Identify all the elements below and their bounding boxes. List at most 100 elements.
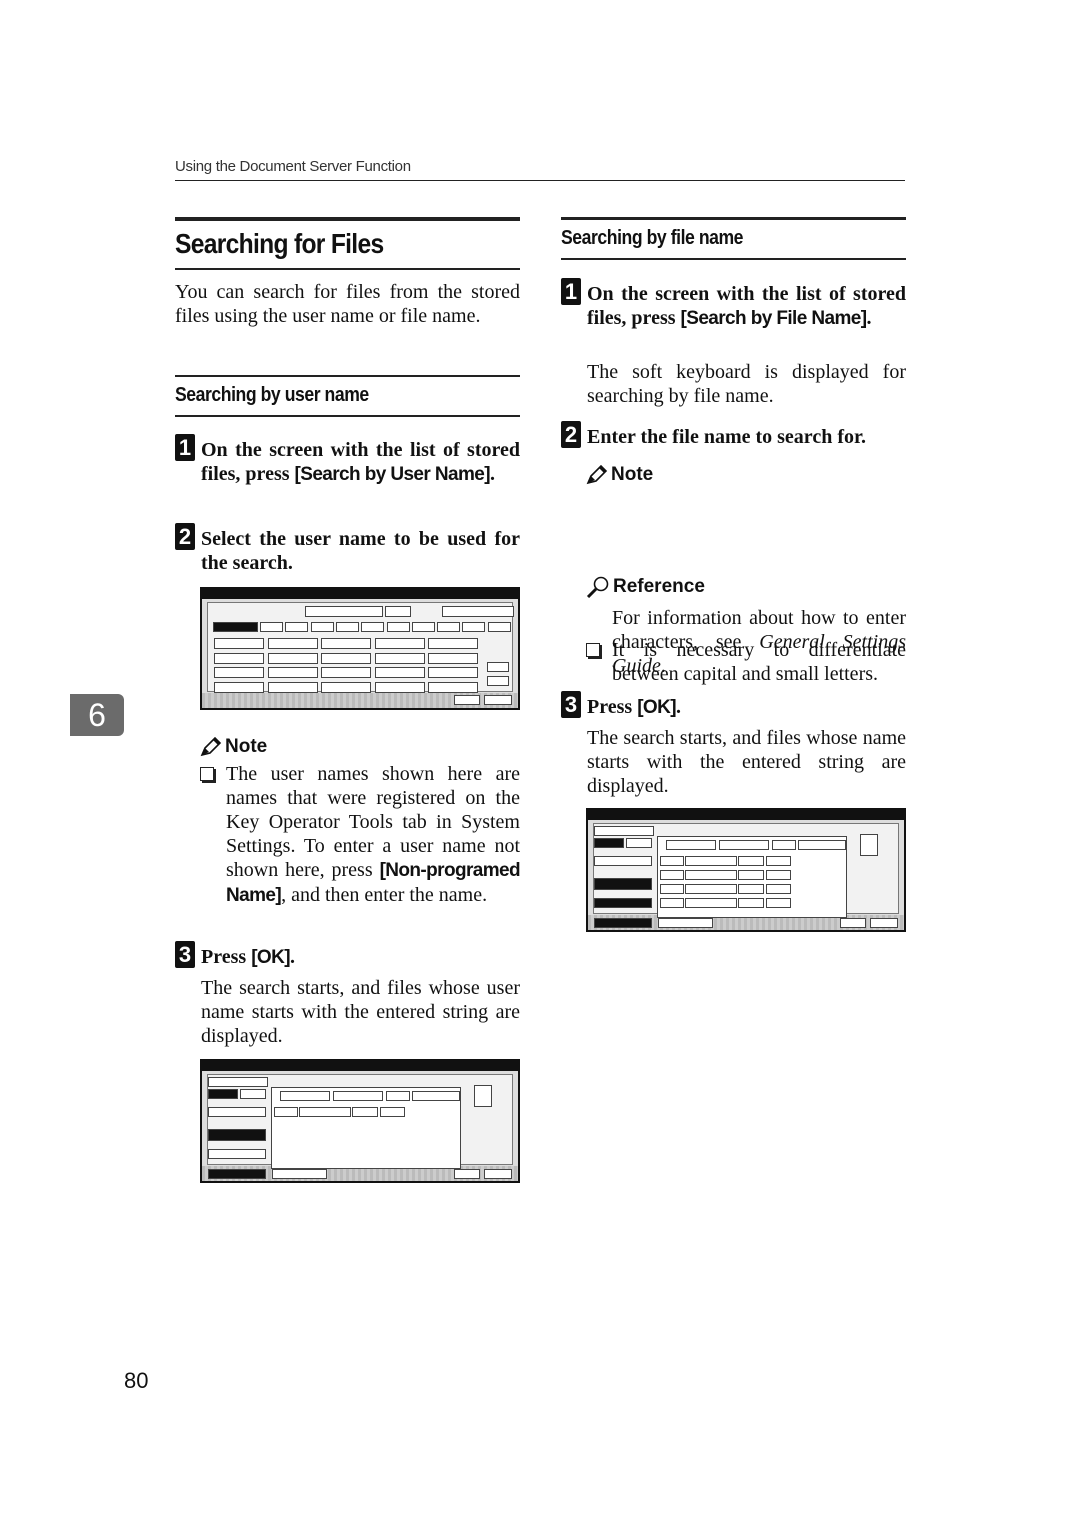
screen-button [738,884,764,894]
section-rule-bottom [175,415,520,417]
section-rule-top [175,375,520,377]
step-2-user: 2 Select the user name to be used for th… [175,523,520,575]
step-number: 3 [175,941,195,968]
tab-selected [213,622,258,632]
note-heading: Note [200,736,267,758]
screen-button [660,884,684,894]
user-name-key [214,638,264,649]
search-by-file-name-button [208,1149,266,1159]
screen-button [738,870,764,880]
screen-button [685,856,737,866]
magnifier-icon [586,576,609,598]
screen-button [772,840,796,850]
screen-button [386,1091,410,1101]
step-3-file-result: The search starts, and files whose name … [587,727,906,797]
header-rule [175,180,905,181]
note-heading-right: Note [586,464,653,486]
section-title-user-name: Searching by user name [175,384,369,406]
user-name-key [428,638,479,649]
screen-button [766,870,791,880]
ok-button [484,1169,512,1179]
title-rule-bottom [175,268,520,270]
screen-button [660,898,684,908]
step-3-file: 3 Press [OK]. [561,691,906,720]
tab [285,622,309,632]
tab [487,622,511,632]
step-number: 2 [175,523,195,550]
search-by-user-name-button [594,878,652,890]
search-by-file-name-ref: [Search by File Name] [680,308,868,329]
label [208,1077,268,1087]
user-name-key [267,652,318,664]
screen-button [412,1091,460,1101]
screen-button [766,898,791,908]
step-3-user-result: The search starts, and files whose user … [201,977,520,1047]
section-title-file-name: Searching by file name [561,227,744,249]
chapter-tab: 6 [70,694,124,736]
screen-button [738,898,764,908]
file-list-button [594,856,652,866]
screen-button [738,856,764,866]
cancel-button [454,695,480,705]
page-number: 80 [124,1368,149,1393]
screen-button [666,840,716,850]
manage-delete-file-button [658,918,713,928]
tab [386,622,410,632]
screen-button [333,1091,383,1101]
tab [361,622,385,632]
user-search-result-screenshot [200,1059,520,1183]
screen-button [352,1107,378,1117]
search-by-file-name-button [594,898,652,908]
section-rule-top-right [561,217,906,220]
cancel-button [840,918,866,928]
intro-paragraph: You can search for files from the stored… [175,281,520,327]
screen-button [487,662,509,672]
checkbox-bullet-icon [586,643,600,657]
user-name-key [374,652,425,664]
user-name-key [321,652,372,664]
tab [437,622,461,632]
search-input-box [305,606,383,617]
pencil-icon [586,465,608,485]
tab [462,622,486,632]
printer-icon [474,1085,492,1107]
tab [411,622,435,632]
step-number: 1 [561,278,581,305]
tab [335,622,359,632]
screen-button [685,870,737,880]
tab [310,622,334,632]
screen-button [299,1107,351,1117]
checkbox-bullet-icon [200,767,214,781]
user-name-key [214,652,264,664]
manage-delete-file-button [272,1169,327,1179]
user-name-key [374,681,425,693]
user-name-key [374,667,425,678]
user-name-key [428,652,479,664]
reference-text: For information about how to enter chara… [612,607,906,677]
user-name-key [374,638,425,649]
step-number: 3 [561,691,581,718]
screen-button [274,1107,298,1117]
step-number: 1 [175,434,195,461]
pencil-icon [200,737,222,757]
user-name-key [214,667,264,678]
step-1-file-result: The soft keyboard is displayed for searc… [587,361,906,407]
step-number: 2 [561,421,581,448]
note-bullet: The user names shown here are names that… [200,762,521,908]
screen-button [487,676,509,686]
step-3-user: 3 Press [OK]. [175,941,520,970]
step-1-user: 1 On the screen with the list of stored … [175,434,520,487]
step-2-file: 2 Enter the file name to search for. [561,421,906,449]
screen-button [442,606,514,617]
screen-button [798,840,846,850]
user-name-key [428,667,479,678]
page-title: Searching for Files [175,228,384,259]
user-name-key [428,681,479,693]
section-rule-bottom-right [561,258,906,260]
running-header: Using the Document Server Function [175,158,411,175]
screen-button [719,840,769,850]
user-name-key [267,667,318,678]
file-list-button [208,1107,266,1117]
user-name-key [214,681,264,693]
exit-button [594,918,652,928]
